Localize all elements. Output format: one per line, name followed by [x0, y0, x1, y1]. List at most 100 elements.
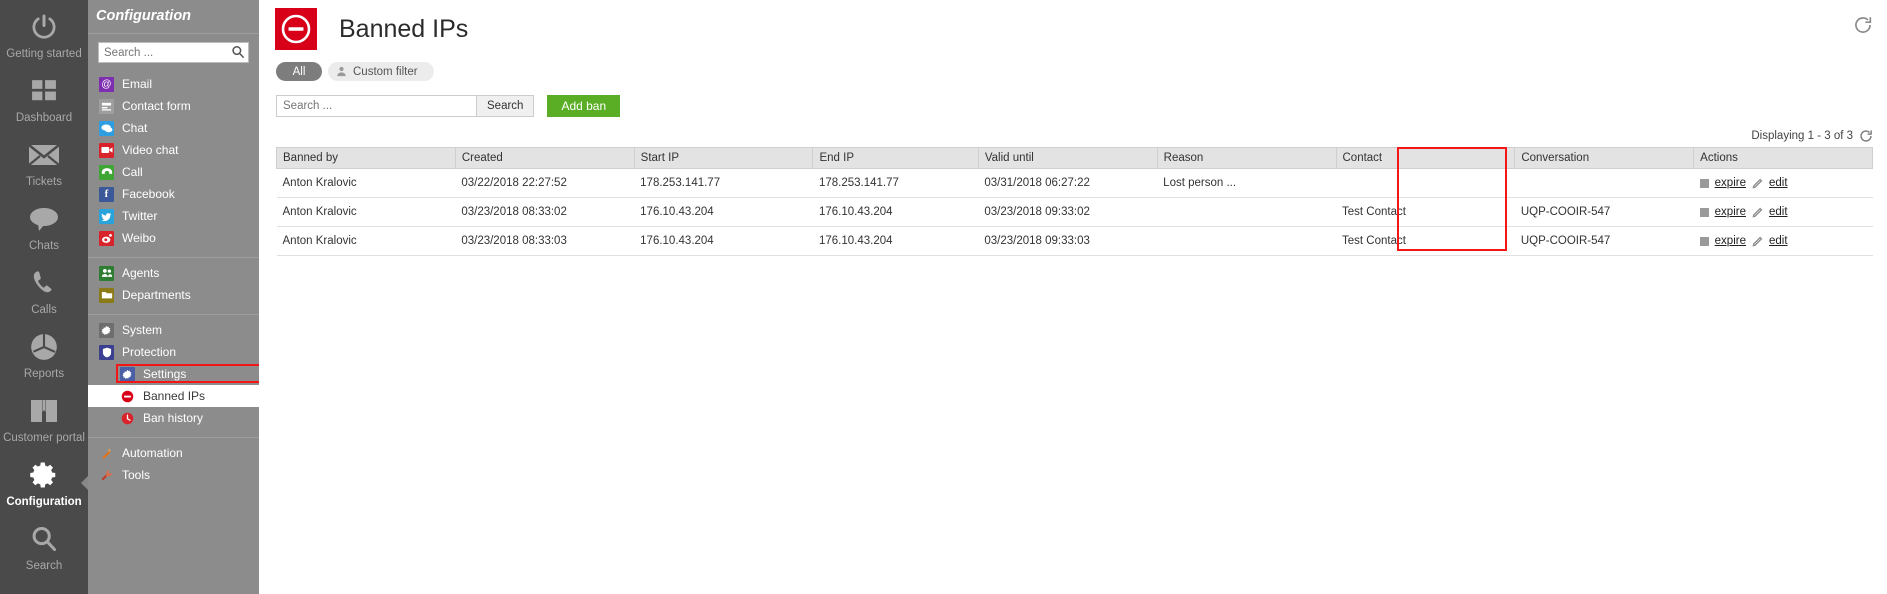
search-button[interactable]: Search: [476, 95, 535, 117]
sidebar-item-chat[interactable]: Chat: [88, 117, 259, 139]
pencil-icon: [1752, 178, 1763, 189]
grid-icon: [27, 74, 61, 108]
table-body: Anton Kralovic 03/22/2018 22:27:52 178.2…: [276, 168, 1873, 256]
expire-icon: [1699, 236, 1709, 246]
column-header-conversation[interactable]: Conversation: [1514, 147, 1695, 169]
rail-item-search[interactable]: Search: [0, 516, 88, 580]
sidebar-item-ban-history[interactable]: Ban history: [88, 407, 259, 429]
filter-all[interactable]: All: [276, 62, 322, 81]
ban-icon: [120, 389, 135, 404]
column-header-created[interactable]: Created: [455, 147, 635, 169]
pager-status: Displaying 1 - 3 of 3: [259, 117, 1887, 147]
cell-end-ip: 176.10.43.204: [812, 226, 979, 256]
facebook-icon: f: [99, 186, 114, 202]
rail-item-configuration[interactable]: Configuration: [0, 452, 88, 516]
power-icon: [27, 10, 61, 44]
page-title: Banned IPs: [339, 14, 469, 43]
cell-banned-by: Anton Kralovic: [276, 168, 456, 198]
telephone-icon: [99, 164, 114, 180]
cell-reason: [1157, 226, 1336, 256]
rail-item-dashboard[interactable]: Dashboard: [0, 68, 88, 132]
column-header-banned-by[interactable]: Banned by: [276, 147, 456, 169]
sidebar-item-label: Agents: [122, 266, 160, 280]
refresh-icon[interactable]: [1859, 129, 1873, 143]
sidebar-item-automation[interactable]: Automation: [88, 442, 259, 464]
sidebar-item-label: Contact form: [122, 99, 191, 113]
rail-item-getting-started[interactable]: Getting started: [0, 4, 88, 68]
sidebar-item-protection[interactable]: Protection: [88, 341, 259, 363]
sidebar-item-weibo[interactable]: Weibo: [88, 227, 259, 249]
rail-item-label: Reports: [23, 368, 65, 380]
column-header-start-ip[interactable]: Start IP: [634, 147, 814, 169]
sidebar-item-label: Facebook: [122, 187, 175, 201]
phone-icon: [27, 266, 61, 300]
sidebar-search-input[interactable]: [98, 42, 249, 63]
table-row[interactable]: Anton Kralovic 03/22/2018 22:27:52 178.2…: [276, 168, 1873, 198]
shield-icon: [99, 344, 114, 360]
sidebar-item-agents[interactable]: Agents: [88, 262, 259, 284]
sidebar-item-label: Weibo: [122, 231, 156, 245]
main-content: Banned IPs All Custom filter Search ... …: [259, 0, 1887, 594]
table-row[interactable]: Anton Kralovic 03/23/2018 08:33:03 176.1…: [276, 226, 1873, 256]
cell-valid-until: 03/23/2018 09:33:03: [978, 226, 1158, 256]
pager-text: Displaying 1 - 3 of 3: [1751, 130, 1853, 142]
weibo-icon: [99, 230, 114, 246]
filter-custom[interactable]: Custom filter: [328, 62, 434, 81]
column-header-valid-until[interactable]: Valid until: [978, 147, 1158, 169]
table-head: Banned by Created Start IP End IP Valid …: [276, 147, 1873, 169]
rail-item-tickets[interactable]: Tickets: [0, 132, 88, 196]
cell-reason: Lost person ...: [1157, 168, 1336, 198]
search-icon[interactable]: [231, 45, 245, 59]
rail-item-calls[interactable]: Calls: [0, 260, 88, 324]
rail-item-chats[interactable]: Chats: [0, 196, 88, 260]
cell-created: 03/23/2018 08:33:03: [455, 226, 635, 256]
row-actions: expire edit: [1699, 177, 1867, 189]
cell-actions: expire edit: [1693, 197, 1873, 227]
at-sign-icon: @: [99, 76, 114, 92]
edit-link[interactable]: edit: [1769, 206, 1788, 218]
column-header-contact[interactable]: Contact: [1336, 147, 1516, 169]
sidebar-item-email[interactable]: @ Email: [88, 73, 259, 95]
cell-contact: Test Contact: [1336, 226, 1515, 256]
sidebar-item-banned-ips[interactable]: Banned IPs: [88, 385, 259, 407]
sidebar-item-label: Chat: [122, 121, 148, 135]
table-header-row: Banned by Created Start IP End IP Valid …: [276, 147, 1873, 169]
banned-ips-table-wrapper: Banned by Created Start IP End IP Valid …: [259, 147, 1887, 256]
sidebar-item-call[interactable]: Call: [88, 161, 259, 183]
ban-history-icon: [120, 411, 135, 426]
sidebar-item-contact-form[interactable]: Contact form: [88, 95, 259, 117]
cell-start-ip: 176.10.43.204: [634, 197, 813, 227]
sidebar-item-settings[interactable]: Settings: [88, 363, 259, 385]
magic-wand-icon: [99, 446, 114, 461]
expire-link[interactable]: expire: [1715, 235, 1746, 247]
expire-link[interactable]: expire: [1715, 177, 1746, 189]
sidebar-item-twitter[interactable]: Twitter: [88, 205, 259, 227]
add-ban-button[interactable]: Add ban: [547, 95, 621, 117]
expire-icon: [1699, 207, 1709, 217]
sidebar-item-tools[interactable]: Tools: [88, 464, 259, 486]
application-window: Getting started Dashboard Tickets Chats …: [0, 0, 1887, 594]
sidebar-item-label: Automation: [122, 446, 183, 460]
table-row[interactable]: Anton Kralovic 03/23/2018 08:33:02 176.1…: [276, 197, 1873, 227]
expire-link[interactable]: expire: [1715, 206, 1746, 218]
sidebar-item-system[interactable]: System: [88, 319, 259, 341]
sidebar-item-video-chat[interactable]: Video chat: [88, 139, 259, 161]
refresh-icon[interactable]: [1853, 15, 1873, 35]
magnifier-icon: [27, 522, 61, 556]
tools-icon: [99, 468, 114, 483]
column-header-end-ip[interactable]: End IP: [812, 147, 979, 169]
edit-link[interactable]: edit: [1769, 235, 1788, 247]
column-header-reason[interactable]: Reason: [1157, 147, 1337, 169]
edit-link[interactable]: edit: [1769, 177, 1788, 189]
search-group: Search: [276, 95, 535, 117]
rail-item-customer-portal[interactable]: Customer portal: [0, 388, 88, 452]
sidebar-item-label: Ban history: [143, 411, 204, 425]
search-input[interactable]: [276, 95, 476, 117]
rail-item-label: Dashboard: [15, 112, 73, 124]
pie-chart-icon: [27, 330, 61, 364]
pencil-icon: [1752, 207, 1763, 218]
rail-item-reports[interactable]: Reports: [0, 324, 88, 388]
sidebar-item-departments[interactable]: Departments: [88, 284, 259, 306]
sidebar-item-label: Tools: [122, 468, 151, 482]
sidebar-item-facebook[interactable]: f Facebook: [88, 183, 259, 205]
